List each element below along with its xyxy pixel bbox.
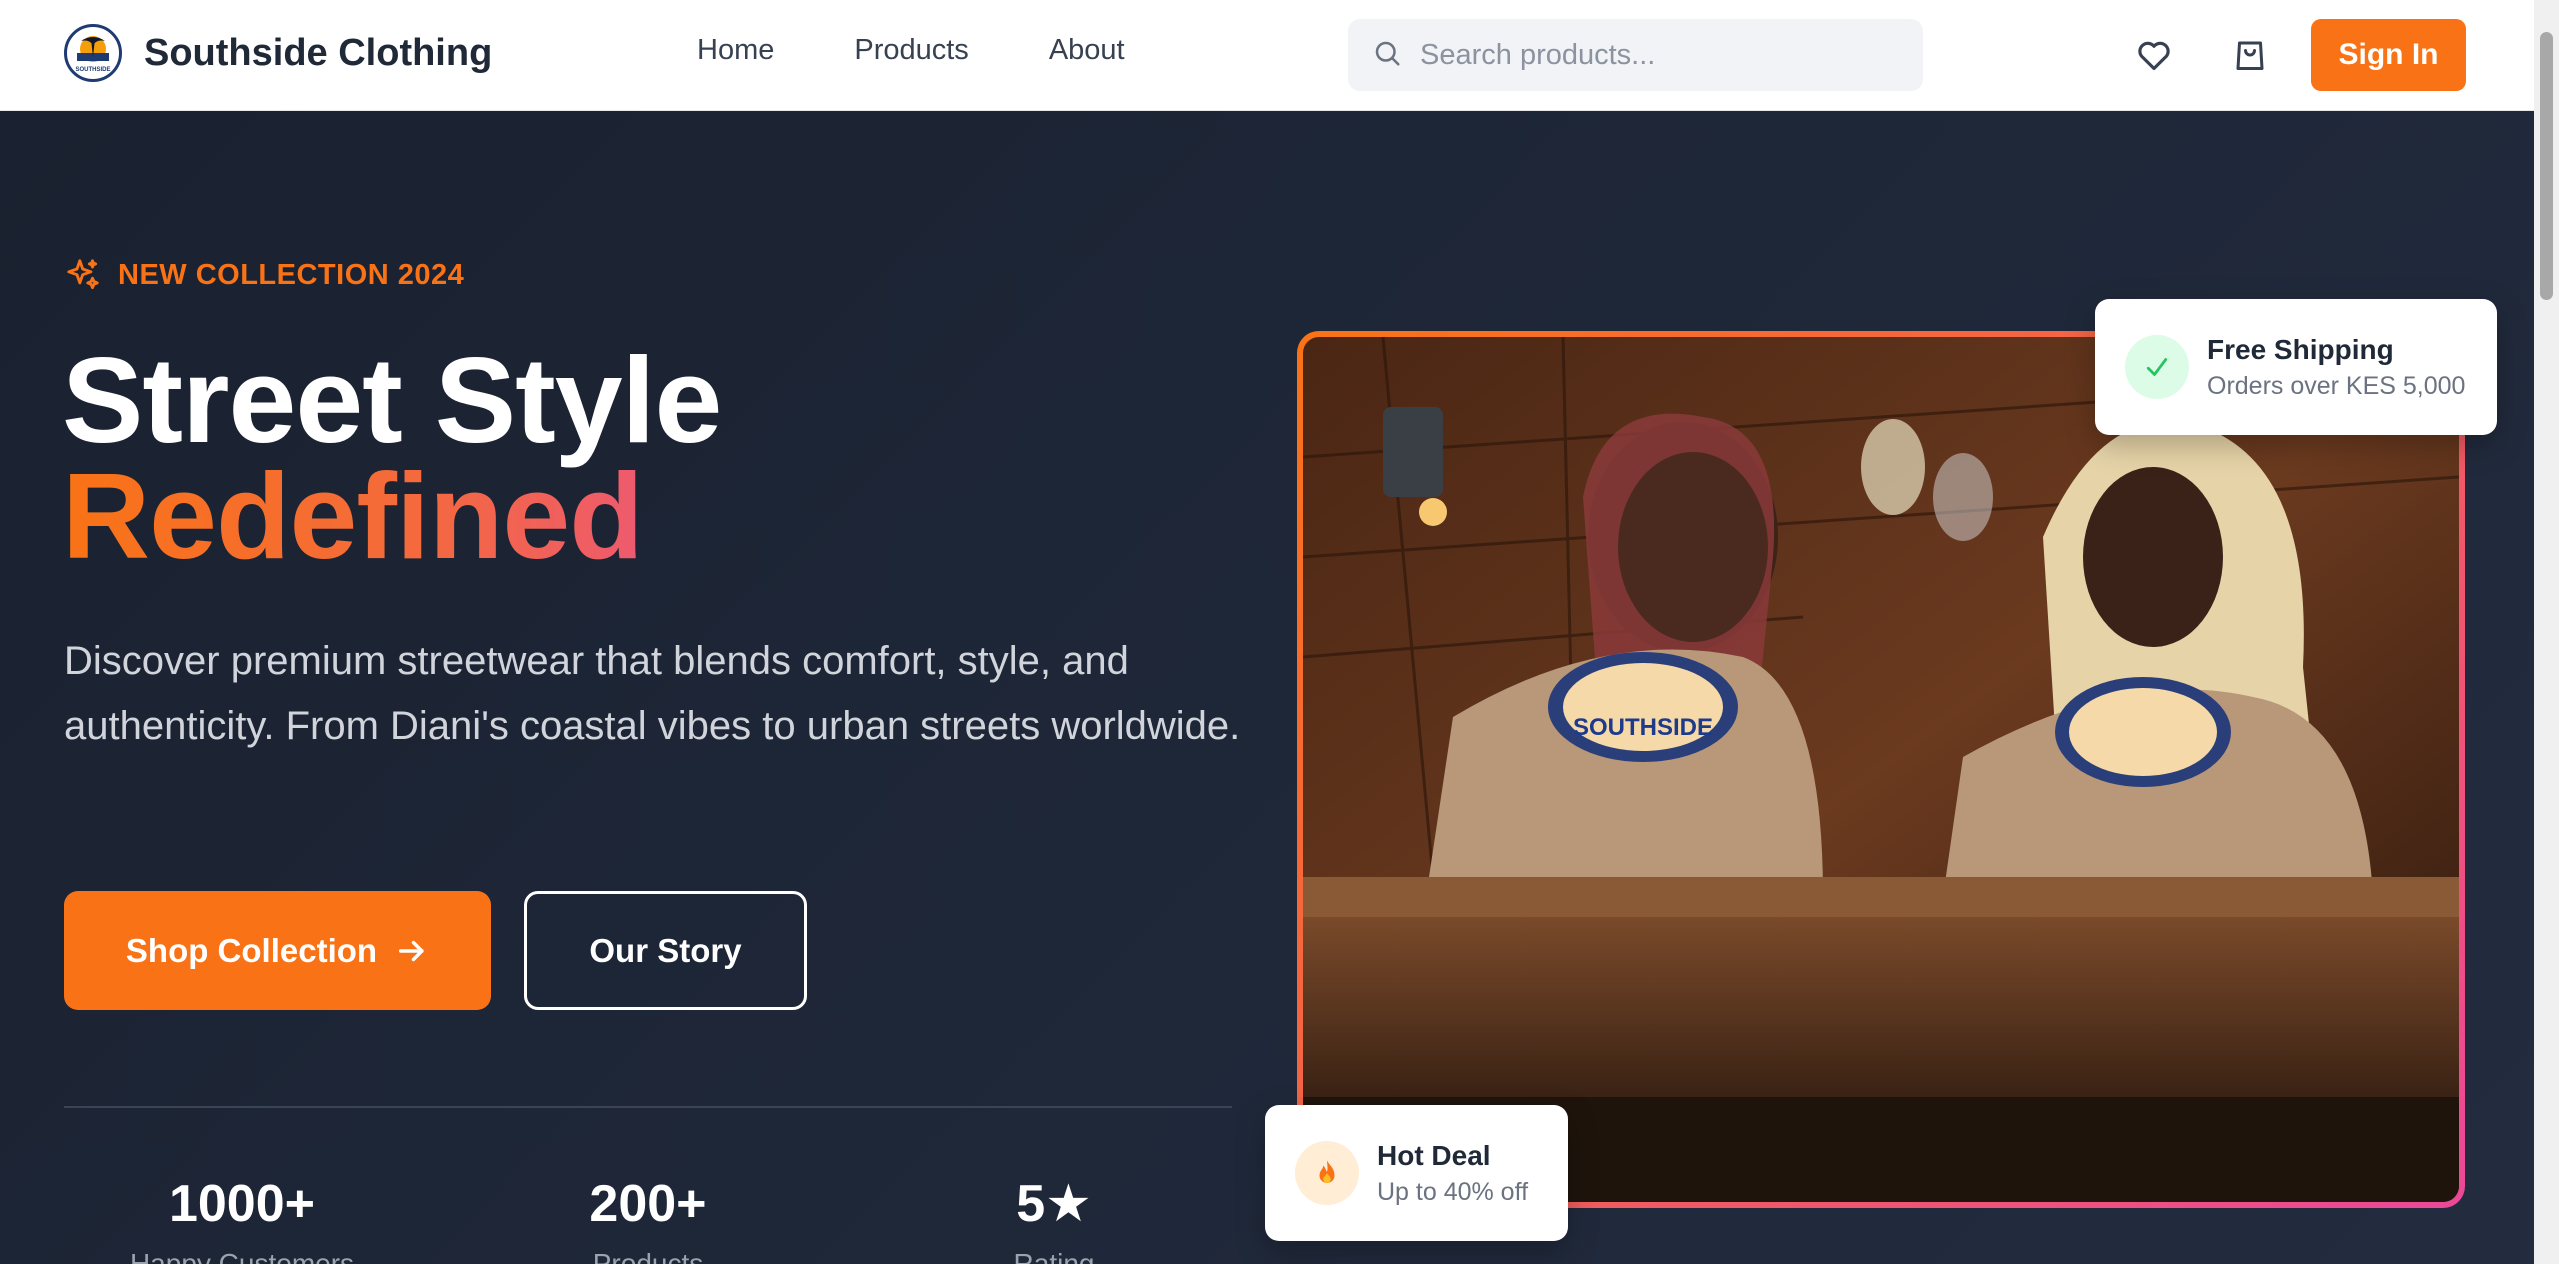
free-shipping-card: Free Shipping Orders over KES 5,000 [2095,299,2497,435]
nav-link-home[interactable]: Home [697,34,774,67]
our-story-button[interactable]: Our Story [524,891,807,1010]
nav-link-about[interactable]: About [1049,34,1125,67]
nav-links: Home Products About [697,34,1125,67]
search-input[interactable] [1420,38,1900,72]
shop-collection-button[interactable]: Shop Collection [64,891,491,1010]
shop-collection-label: Shop Collection [125,931,378,969]
nav-link-products[interactable]: Products [854,34,968,67]
hero-tagline: NEW COLLECTION 2024 [64,256,464,294]
shirt-print-text: SOUTHSIDE [1573,714,1713,741]
brand-logo[interactable]: SOUTHSIDE [64,24,122,82]
stat-products: 200+ Products [498,1174,798,1264]
cart-button[interactable] [2225,30,2275,80]
headline-line1: Street Style [62,332,722,468]
shipping-title: Free Shipping [2207,333,2394,365]
brand-name[interactable]: Southside Clothing [144,32,492,75]
hero-description: Discover premium streetwear that blends … [64,639,1241,748]
sign-in-button[interactable]: Sign In [2311,19,2466,91]
navbar: SOUTHSIDE Southside Clothing Home Produc… [0,0,2534,111]
stat-label: Rating [1013,1248,1095,1264]
stat-customers: 1000+ Happy Customers [92,1174,392,1264]
check-icon [2125,335,2189,399]
heart-icon [2138,41,2170,71]
hero-section: NEW COLLECTION 2024 Street Style Redefin… [0,111,2534,1264]
stat-rating: 5★ Rating [904,1174,1204,1264]
fire-icon [1295,1141,1359,1205]
shopping-bag-icon [2236,41,2264,70]
stat-value: 1000+ [168,1175,316,1233]
brand[interactable]: SOUTHSIDE Southside Clothing [64,24,492,82]
shipping-subtitle: Orders over KES 5,000 [2207,371,2466,400]
search-bar[interactable] [1348,19,1923,91]
stat-value: 200+ [589,1175,707,1233]
hero-image-frame: SOUTHSIDE [1297,331,2465,1208]
stat-label: Happy Customers [129,1248,355,1264]
hot-deal-card: Hot Deal Up to 40% off [1265,1105,1568,1241]
headline-line2: Redefined [62,448,644,584]
hero-image: SOUTHSIDE [1303,337,2459,1202]
stats-divider [64,1106,1232,1108]
arrow-right-icon [399,940,424,961]
scrollbar-thumb[interactable] [2540,32,2553,300]
deal-subtitle: Up to 40% off [1377,1177,1529,1206]
search-icon [1372,38,1402,73]
page-scrollbar[interactable] [2534,0,2559,1264]
sparkles-icon [67,259,99,290]
wishlist-button[interactable] [2129,30,2179,80]
deal-title: Hot Deal [1377,1139,1491,1171]
stat-value: 5★ [1016,1175,1092,1233]
tagline-text: NEW COLLECTION 2024 [118,258,465,291]
logo-text: SOUTHSIDE [75,67,110,73]
stat-label: Products [592,1248,704,1264]
